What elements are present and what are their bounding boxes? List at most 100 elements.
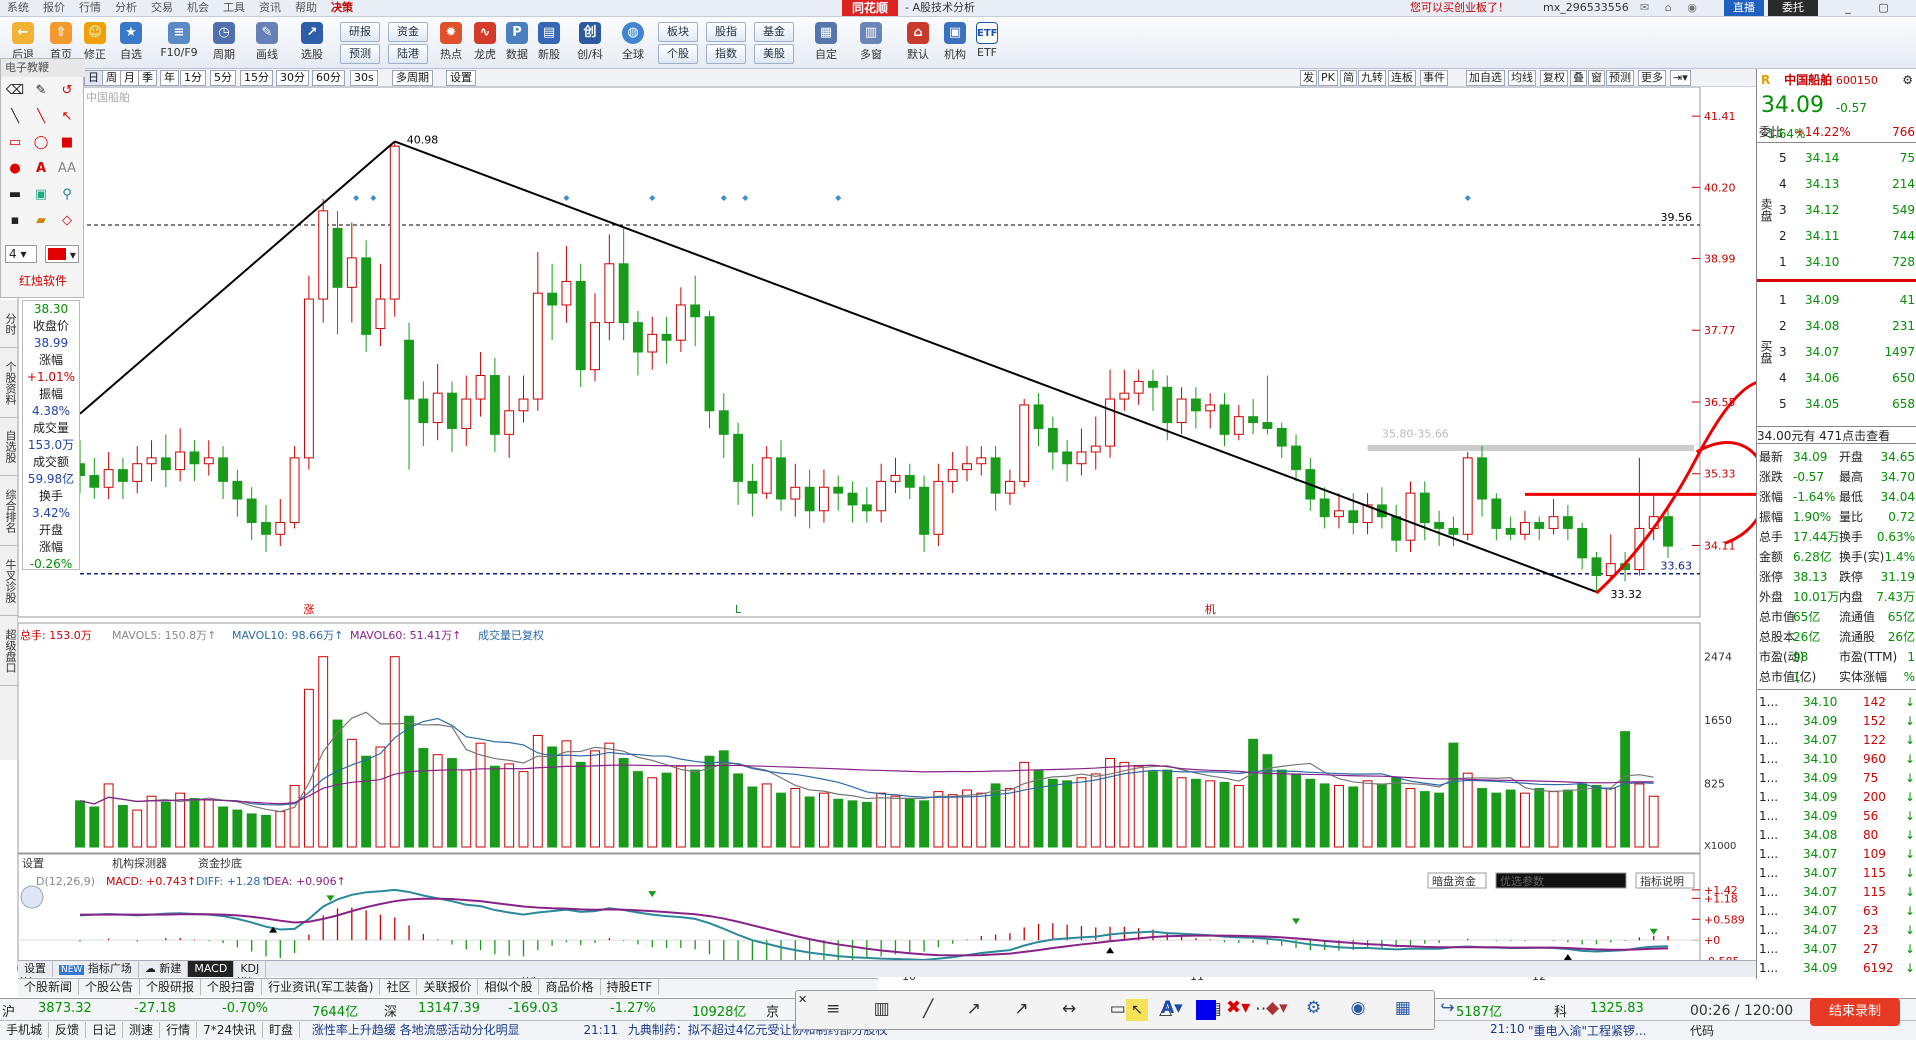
font-size-icon[interactable]: AA bbox=[57, 159, 77, 179]
magnifier-icon[interactable]: ⚲ bbox=[57, 185, 77, 205]
sector-button[interactable]: 板块 bbox=[658, 22, 698, 42]
news-bar-quotes[interactable]: 行情 bbox=[160, 1022, 198, 1038]
code-input-label[interactable]: 代码 bbox=[1690, 1022, 1714, 1039]
index-button[interactable]: 指数 bbox=[706, 44, 746, 64]
screen-icon[interactable]: ▣ bbox=[31, 185, 51, 205]
buy-row[interactable]: 4 34.06 650 bbox=[1757, 365, 1916, 391]
menu-item-market[interactable]: 行情 bbox=[72, 0, 108, 16]
menu-item-tools[interactable]: 工具 bbox=[216, 0, 252, 16]
chart-tool-window[interactable]: 窗 bbox=[1588, 70, 1605, 86]
ellipse-icon[interactable]: ◯ bbox=[31, 133, 51, 153]
period-month[interactable]: 月 bbox=[120, 70, 139, 86]
news-tab-announcements[interactable]: 个股公告 bbox=[79, 979, 141, 995]
recorder-extra-tools[interactable]: ⚙ ◉ ▦ ↪ bbox=[1306, 998, 1467, 1018]
chinext-button[interactable]: 创创/科 bbox=[568, 20, 612, 66]
news-tab-commodity[interactable]: 商品价格 bbox=[539, 979, 601, 995]
tab-indicator-square[interactable]: NEW 指标广场 bbox=[53, 961, 139, 978]
multi-window-button[interactable]: ▥ 多窗 bbox=[850, 20, 892, 66]
vtab-timeshare[interactable]: 分时 bbox=[0, 300, 18, 348]
menu-item-opportunity[interactable]: 机会 bbox=[180, 0, 216, 16]
menu-item-analysis[interactable]: 分析 bbox=[108, 0, 144, 16]
menu-item-news[interactable]: 资讯 bbox=[252, 0, 288, 16]
buy-row[interactable]: 1 34.09 41 bbox=[1757, 287, 1916, 313]
chart-tool-lianban[interactable]: 连板 bbox=[1388, 70, 1416, 86]
chart-tool-overlay[interactable]: 叠 bbox=[1570, 70, 1587, 86]
stock-name[interactable]: 中国船舶 bbox=[1784, 73, 1832, 87]
menu-item-system[interactable]: 系统 bbox=[0, 0, 36, 16]
delete-icon[interactable]: ✖▾ bbox=[1226, 997, 1250, 1018]
sell-row[interactable]: 5 34.14 75 bbox=[1757, 145, 1916, 171]
sell-row[interactable]: 2 34.11 744 bbox=[1757, 223, 1916, 249]
period-week[interactable]: 周 bbox=[102, 70, 121, 86]
buy-row[interactable]: 2 34.08 231 bbox=[1757, 313, 1916, 339]
line-width-select[interactable]: 4 ▾ bbox=[5, 245, 37, 263]
f10-button[interactable]: ≡ F10/F9 bbox=[156, 20, 202, 66]
chart-area[interactable]: 中国船舶 41.41 40.20 38.99 37.77 36.55 35.33 34.11 3… bbox=[0, 86, 1783, 983]
capital-button[interactable]: 资金 bbox=[388, 22, 428, 42]
stock-picker-button[interactable]: ↗ 选股 bbox=[293, 20, 331, 66]
chart-tool-predict[interactable]: 预测 bbox=[1606, 70, 1634, 86]
tray-icons[interactable]: ✉ ⌂ ◉ bbox=[1640, 0, 1710, 16]
single-stock-button[interactable]: 个股 bbox=[658, 44, 698, 64]
period-year[interactable]: 年 bbox=[160, 70, 179, 86]
etf-button[interactable]: ETF ETF bbox=[968, 20, 1006, 66]
color-swatch-icon[interactable] bbox=[1196, 1000, 1216, 1020]
ipo-button[interactable]: ▤ 新股 bbox=[530, 20, 568, 66]
filled-rect-icon[interactable]: ■ bbox=[57, 133, 77, 153]
chart-tool-adjust[interactable]: 复权 bbox=[1540, 70, 1568, 86]
hotspot-button[interactable]: ✹ 热点 bbox=[432, 20, 470, 66]
news-tab-related-quotes[interactable]: 关联报价 bbox=[417, 979, 479, 995]
custom-button[interactable]: ▦ 自定 bbox=[805, 20, 847, 66]
sell-row[interactable]: 3 34.12 549 bbox=[1757, 197, 1916, 223]
hk-connect-button[interactable]: 陆港 bbox=[388, 44, 428, 64]
text-tool-icon[interactable]: A▾ bbox=[1161, 998, 1183, 1018]
news-tab-similar-stocks[interactable]: 相似个股 bbox=[478, 979, 540, 995]
sh-index[interactable]: 3873.32 bbox=[38, 1001, 92, 1016]
recorder-close-icon[interactable]: ✕ bbox=[798, 993, 807, 1006]
news-bar-flash[interactable]: 7*24快讯 bbox=[197, 1022, 263, 1038]
news-tab-etf-holdings[interactable]: 持股ETF bbox=[601, 979, 660, 995]
chart-tool-pk[interactable]: PK bbox=[1318, 70, 1338, 86]
tab-kdj[interactable]: KDJ bbox=[234, 961, 267, 977]
line-icon[interactable]: ╲ bbox=[31, 107, 51, 127]
chart-tool-jian[interactable]: 简 bbox=[1340, 70, 1357, 86]
vtab-watchlist[interactable]: 自选股 bbox=[0, 418, 18, 476]
buy-row[interactable]: 3 34.07 1497 bbox=[1757, 339, 1916, 365]
weituo-button[interactable]: 委托 bbox=[1768, 0, 1818, 16]
chart-tool-ma[interactable]: 均线 bbox=[1508, 70, 1536, 86]
sell-row[interactable]: 4 34.13 214 bbox=[1757, 171, 1916, 197]
research-button[interactable]: 研报 bbox=[340, 22, 380, 42]
clear-icon[interactable]: ◇ bbox=[57, 211, 77, 231]
chart-tool-event[interactable]: 事件 bbox=[1420, 70, 1448, 86]
color-select[interactable]: ▾ bbox=[45, 245, 79, 263]
news-bar-feedback[interactable]: 反馈 bbox=[49, 1022, 87, 1038]
vtab-super-orderbook[interactable]: 超级盘口 bbox=[0, 616, 18, 686]
multi-period-button[interactable]: 多周期 bbox=[392, 70, 433, 86]
news-tab-community[interactable]: 社区 bbox=[380, 979, 418, 995]
gear-icon[interactable]: ⚙ bbox=[1902, 69, 1916, 91]
period-15min[interactable]: 15分 bbox=[240, 70, 273, 86]
star-index[interactable]: 1325.83 bbox=[1590, 1001, 1644, 1016]
sz-index[interactable]: 13147.39 bbox=[418, 1001, 480, 1016]
stock-index-button[interactable]: 股指 bbox=[706, 22, 746, 42]
stock-chart-svg[interactable]: 中国船舶41.4140.2038.9937.7736.5535.3334.113… bbox=[0, 86, 1783, 983]
menu-item-quote[interactable]: 报价 bbox=[36, 0, 72, 16]
eraser-icon[interactable]: ⌫ bbox=[5, 81, 25, 101]
period-1min[interactable]: 1分 bbox=[180, 70, 206, 86]
pointer-icon[interactable]: ↖ bbox=[1126, 999, 1148, 1021]
period-30min[interactable]: 30分 bbox=[276, 70, 309, 86]
news-tab-research[interactable]: 个股研报 bbox=[140, 979, 202, 995]
news-headline-3[interactable]: "重电入渝"工程紧锣... bbox=[1528, 1022, 1678, 1039]
news-bar-watch[interactable]: 盯盘 bbox=[263, 1022, 300, 1038]
period-60min[interactable]: 60分 bbox=[312, 70, 345, 86]
period-day[interactable]: 日 bbox=[84, 70, 103, 86]
arrow-line-icon[interactable]: ↖ bbox=[57, 107, 77, 127]
news-tab-risk-scan[interactable]: 个股扫雷 bbox=[201, 979, 263, 995]
chart-tool-fa[interactable]: 发 bbox=[1300, 70, 1317, 86]
draw-line-button[interactable]: ✎ 画线 bbox=[248, 20, 286, 66]
news-tab-industry[interactable]: 行业资讯(军工装备) bbox=[262, 979, 381, 995]
tab-macd[interactable]: MACD bbox=[188, 961, 235, 977]
us-stock-button[interactable]: 美股 bbox=[754, 44, 794, 64]
stamp-icon[interactable]: ◆▾ bbox=[1266, 998, 1288, 1018]
recorder-tools[interactable]: ≡ ▥ ╱ ↗ ↗ ↔ ▭ △ ▤ ⋯ bbox=[826, 999, 1286, 1019]
